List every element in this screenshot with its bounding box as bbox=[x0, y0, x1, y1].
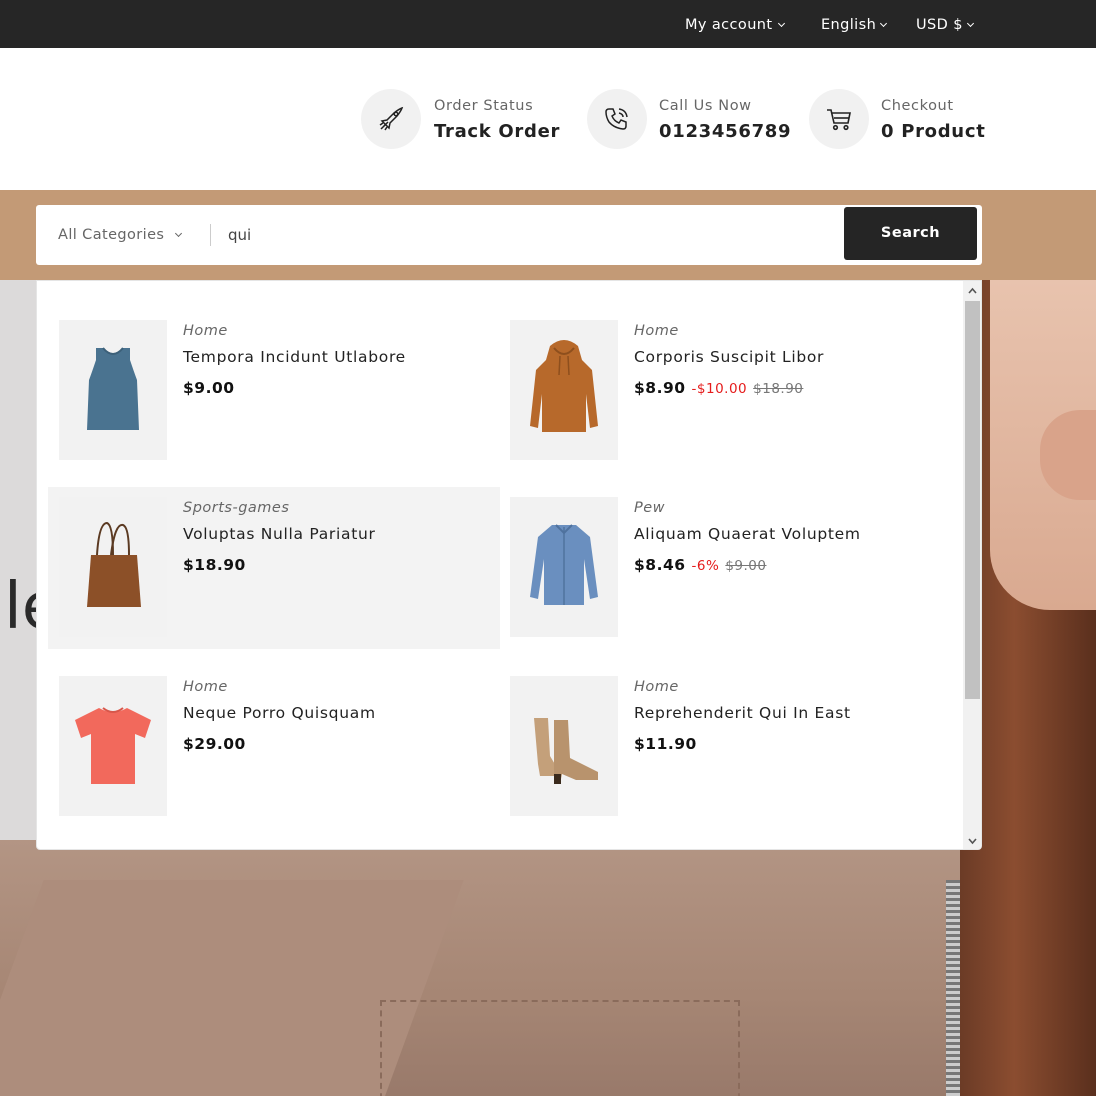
result-price: $9.00 bbox=[183, 379, 247, 397]
scroll-down-arrow-icon[interactable] bbox=[963, 831, 981, 849]
phone-icon bbox=[587, 89, 647, 149]
result-name[interactable]: Corporis Suscipit Libor bbox=[634, 348, 824, 366]
search-result-item[interactable]: Home Corporis Suscipit Libor $8.90 -$10.0… bbox=[499, 310, 951, 472]
currency-label: USD $ bbox=[916, 17, 963, 33]
search-input[interactable] bbox=[220, 215, 820, 255]
currency-menu[interactable]: USD $ bbox=[916, 0, 974, 48]
scroll-up-arrow-icon[interactable] bbox=[963, 281, 981, 301]
language-menu[interactable]: English bbox=[821, 0, 888, 48]
results-scrollbar[interactable] bbox=[963, 281, 981, 849]
cart-icon bbox=[809, 89, 869, 149]
divider bbox=[210, 224, 211, 246]
search-results-dropdown: Home Tempora Incidunt Utlabore $9.00 Hom… bbox=[36, 280, 982, 850]
scrollbar-thumb[interactable] bbox=[965, 301, 980, 699]
chevron-down-icon bbox=[880, 19, 888, 28]
result-price: $11.90 bbox=[634, 735, 709, 753]
product-image bbox=[510, 676, 618, 816]
result-name[interactable]: Reprehenderit Qui In East bbox=[634, 704, 851, 722]
result-category: Home bbox=[183, 679, 228, 695]
product-image bbox=[59, 676, 167, 816]
search-result-item[interactable]: Sports-games Voluptas Nulla Pariatur $18… bbox=[48, 487, 500, 649]
checkout-label: Checkout bbox=[881, 98, 954, 114]
category-select[interactable]: All Categories bbox=[58, 205, 183, 265]
chevron-down-icon bbox=[966, 19, 974, 28]
rocket-icon bbox=[361, 89, 421, 149]
price-old: $9.00 bbox=[725, 558, 767, 574]
result-category: Home bbox=[634, 323, 679, 339]
result-price: $8.90 -$10.00 $18.90 bbox=[634, 379, 803, 397]
phone-number[interactable]: 0123456789 bbox=[659, 121, 791, 142]
result-category: Home bbox=[634, 679, 679, 695]
track-order-link[interactable]: Track Order bbox=[434, 121, 560, 142]
result-price: $29.00 bbox=[183, 735, 258, 753]
call-us-block[interactable]: Call Us Now 0123456789 bbox=[587, 89, 791, 149]
hero-image-zipper bbox=[946, 880, 960, 1096]
price-current: $9.00 bbox=[183, 379, 235, 397]
product-image bbox=[59, 320, 167, 460]
hero-image-pocket bbox=[380, 1000, 740, 1096]
call-us-label: Call Us Now bbox=[659, 98, 752, 114]
chevron-down-icon bbox=[778, 19, 786, 28]
price-current: $8.46 bbox=[634, 556, 686, 574]
chevron-down-icon bbox=[175, 229, 183, 238]
cart-count[interactable]: 0 Product bbox=[881, 121, 986, 142]
search-box: All Categories Search bbox=[36, 205, 982, 265]
price-old: $18.90 bbox=[753, 381, 804, 397]
price-discount: -$10.00 bbox=[691, 381, 748, 397]
result-name[interactable]: Voluptas Nulla Pariatur bbox=[183, 525, 376, 543]
order-status-label: Order Status bbox=[434, 98, 534, 114]
site-header: Order Status Track Order Call Us Now 012… bbox=[0, 48, 1096, 190]
my-account-menu[interactable]: My account bbox=[685, 0, 786, 48]
checkout-block[interactable]: Checkout 0 Product bbox=[809, 89, 989, 149]
language-label: English bbox=[821, 17, 877, 33]
product-image bbox=[59, 497, 167, 637]
result-name[interactable]: Aliquam Quaerat Voluptem bbox=[634, 525, 861, 543]
product-image bbox=[510, 497, 618, 637]
search-result-item[interactable]: Home Neque Porro Quisquam $29.00 bbox=[48, 666, 500, 828]
search-band: All Categories Search bbox=[0, 190, 1096, 280]
price-current: $18.90 bbox=[183, 556, 246, 574]
price-current: $11.90 bbox=[634, 735, 697, 753]
search-result-item[interactable]: Pew Aliquam Quaerat Voluptem $8.46 -6% $9.… bbox=[499, 487, 951, 649]
result-category: Sports-games bbox=[183, 500, 290, 516]
result-price: $18.90 bbox=[183, 556, 258, 574]
result-category: Home bbox=[183, 323, 228, 339]
my-account-label: My account bbox=[685, 17, 773, 33]
price-current: $29.00 bbox=[183, 735, 246, 753]
product-image bbox=[510, 320, 618, 460]
track-order-block[interactable]: Order Status Track Order bbox=[361, 89, 561, 149]
search-result-item[interactable]: Home Tempora Incidunt Utlabore $9.00 bbox=[48, 310, 500, 472]
result-category: Pew bbox=[634, 500, 666, 516]
search-result-item[interactable]: Home Reprehenderit Qui In East $11.90 bbox=[499, 666, 951, 828]
result-name[interactable]: Tempora Incidunt Utlabore bbox=[183, 348, 406, 366]
price-discount: -6% bbox=[691, 558, 720, 574]
category-select-label: All Categories bbox=[58, 227, 165, 243]
price-current: $8.90 bbox=[634, 379, 686, 397]
top-bar: My account English USD $ bbox=[0, 0, 1096, 48]
search-button[interactable]: Search bbox=[844, 207, 977, 260]
result-name[interactable]: Neque Porro Quisquam bbox=[183, 704, 376, 722]
result-price: $8.46 -6% $9.00 bbox=[634, 556, 766, 574]
